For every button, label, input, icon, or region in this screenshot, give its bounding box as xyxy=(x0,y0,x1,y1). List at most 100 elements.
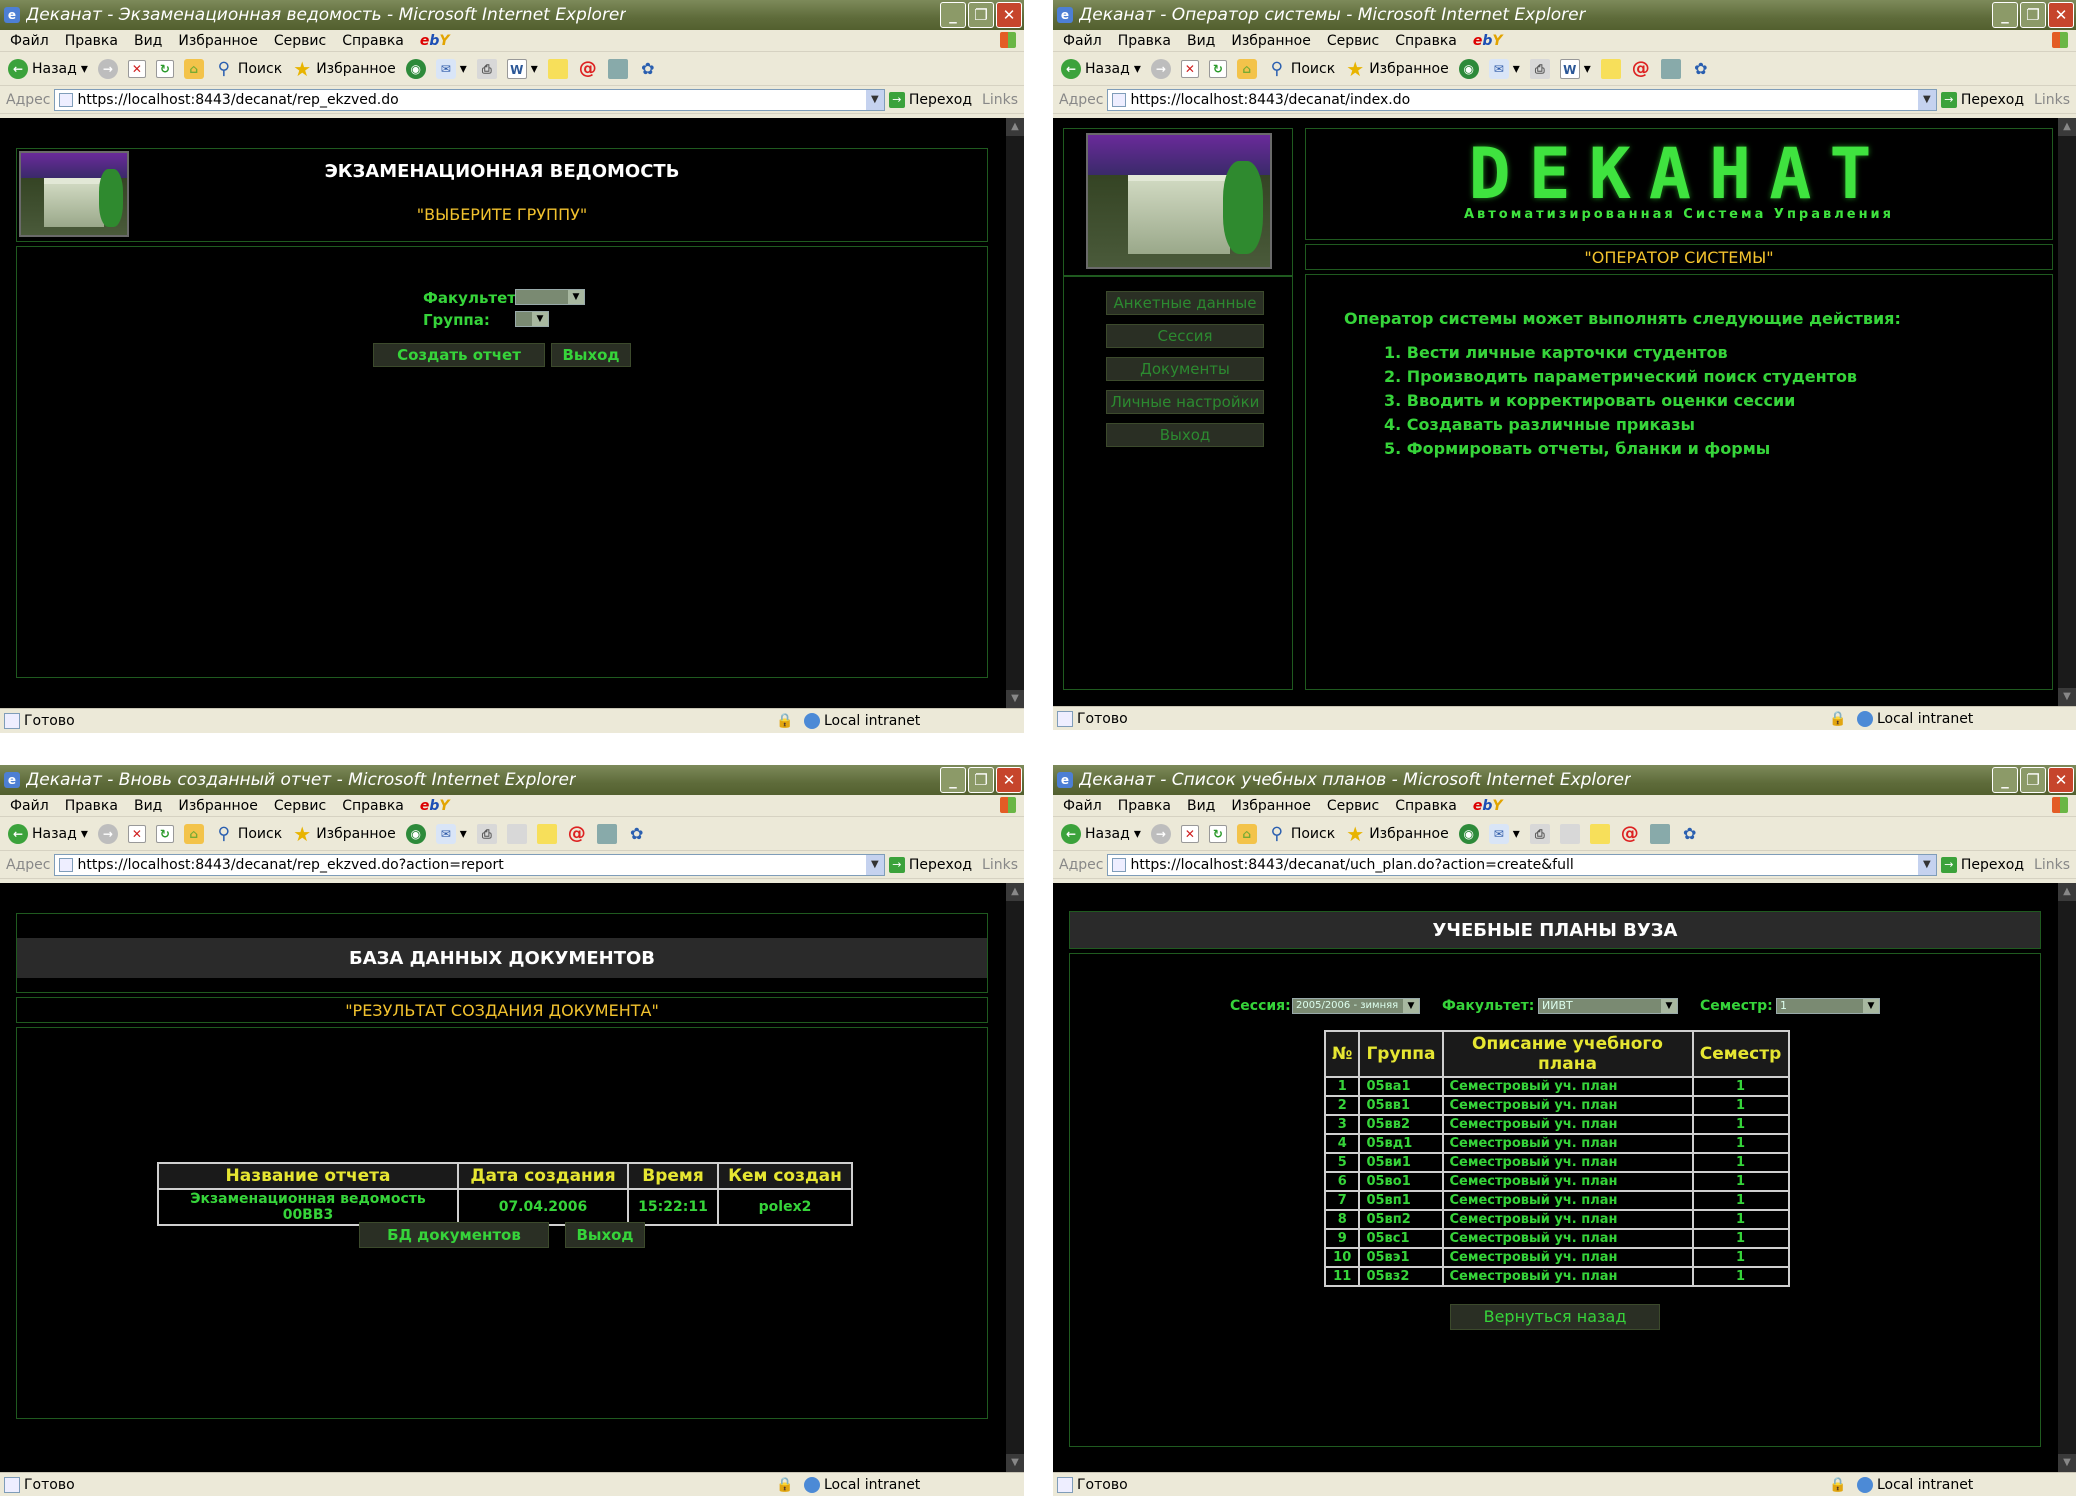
stop-button[interactable]: ✕ xyxy=(127,59,146,78)
favorites-button[interactable]: ★ Избранное xyxy=(1345,824,1448,844)
print-button[interactable]: ⎙ xyxy=(1529,823,1550,844)
group-select[interactable]: ▼ xyxy=(515,311,549,327)
ebay-icon[interactable]: ebY xyxy=(420,798,450,814)
plan-description-cell[interactable]: Семестровый уч. план xyxy=(1441,1171,1694,1192)
menu-edit[interactable]: Правка xyxy=(1118,798,1171,814)
ebay-icon[interactable]: ebY xyxy=(420,33,450,49)
plan-description-cell[interactable]: Семестровый уч. план xyxy=(1441,1076,1694,1097)
media-button[interactable]: ◉ xyxy=(1458,823,1479,844)
calendar-button[interactable] xyxy=(1649,823,1670,844)
table-row[interactable]: 3 05вв2 Семестровый уч. план 1 xyxy=(1323,1114,1790,1135)
report-name-cell[interactable]: Экзаменационная ведомость 00ВВ3 xyxy=(157,1188,459,1226)
favorites-button[interactable]: ★ Избранное xyxy=(292,59,395,79)
calendar-button[interactable] xyxy=(596,823,617,844)
vertical-scrollbar[interactable]: ▲ ▼ xyxy=(1006,118,1024,708)
stop-button[interactable]: ✕ xyxy=(127,824,146,843)
stop-button[interactable]: ✕ xyxy=(1180,824,1199,843)
menu-view[interactable]: Вид xyxy=(134,33,162,49)
back-button[interactable]: ← Назад ▾ xyxy=(1061,823,1141,844)
maximize-button[interactable]: ❐ xyxy=(2020,2,2046,28)
note-button[interactable] xyxy=(1600,58,1621,79)
refresh-button[interactable]: ↻ xyxy=(1208,824,1227,843)
menu-edit[interactable]: Правка xyxy=(1118,33,1171,49)
ebay-icon[interactable]: ebY xyxy=(1473,33,1503,49)
maximize-button[interactable]: ❐ xyxy=(2020,767,2046,793)
refresh-button[interactable]: ↻ xyxy=(1208,59,1227,78)
plan-description-cell[interactable]: Семестровый уч. план xyxy=(1441,1190,1694,1211)
scroll-down-icon[interactable]: ▼ xyxy=(2058,1454,2076,1472)
address-input[interactable]: https://localhost:8443/decanat/rep_ekzve… xyxy=(54,853,885,876)
minimize-button[interactable]: _ xyxy=(940,2,966,28)
plan-description-cell[interactable]: Семестровый уч. план xyxy=(1441,1228,1694,1249)
at-button[interactable]: @ xyxy=(1620,823,1640,844)
plan-description-cell[interactable]: Семестровый уч. план xyxy=(1441,1152,1694,1173)
edit-button[interactable] xyxy=(1559,823,1580,844)
menu-item-exit[interactable]: Выход xyxy=(1106,423,1264,447)
table-row[interactable]: 11 05вз2 Семестровый уч. план 1 xyxy=(1323,1266,1790,1287)
vertical-scrollbar[interactable]: ▲ ▼ xyxy=(2058,118,2076,706)
menu-tools[interactable]: Сервис xyxy=(274,33,326,49)
media-button[interactable]: ◉ xyxy=(405,823,426,844)
go-button[interactable]: → Переход xyxy=(888,856,972,873)
favorites-button[interactable]: ★ Избранное xyxy=(1345,59,1448,79)
media-button[interactable]: ◉ xyxy=(1458,58,1479,79)
links-button[interactable]: Links xyxy=(982,92,1018,108)
close-button[interactable]: ✕ xyxy=(996,767,1022,793)
table-row[interactable]: 2 05вв1 Семестровый уч. план 1 xyxy=(1323,1095,1790,1116)
menu-file[interactable]: Файл xyxy=(10,33,49,49)
minimize-button[interactable]: _ xyxy=(1992,767,2018,793)
messenger-button[interactable]: ✿ xyxy=(1680,824,1700,844)
at-button[interactable]: @ xyxy=(1631,58,1651,79)
plan-description-cell[interactable]: Семестровый уч. план xyxy=(1441,1266,1694,1287)
edit-button[interactable]: W ▾ xyxy=(506,58,538,79)
edit-button[interactable] xyxy=(506,823,527,844)
scroll-up-icon[interactable]: ▲ xyxy=(1006,118,1024,136)
vertical-scrollbar[interactable]: ▲ ▼ xyxy=(1006,883,1024,1472)
back-button[interactable]: ← Назад ▾ xyxy=(1061,58,1141,79)
table-row[interactable]: 6 05во1 Семестровый уч. план 1 xyxy=(1323,1171,1790,1192)
menu-file[interactable]: Файл xyxy=(10,798,49,814)
refresh-button[interactable]: ↻ xyxy=(155,824,174,843)
at-button[interactable]: @ xyxy=(578,58,598,79)
media-button[interactable]: ◉ xyxy=(405,58,426,79)
address-input[interactable]: https://localhost:8443/decanat/index.do … xyxy=(1107,88,1937,111)
note-button[interactable] xyxy=(1589,823,1610,844)
favorites-button[interactable]: ★ Избранное xyxy=(292,824,395,844)
menu-view[interactable]: Вид xyxy=(134,798,162,814)
menu-file[interactable]: Файл xyxy=(1063,33,1102,49)
messenger-button[interactable]: ✿ xyxy=(638,59,658,79)
go-button[interactable]: → Переход xyxy=(888,91,972,108)
print-button[interactable]: ⎙ xyxy=(476,823,497,844)
table-row[interactable]: 7 05вп1 Семестровый уч. план 1 xyxy=(1323,1190,1790,1211)
title-bar[interactable]: e Деканат - Список учебных планов - Micr… xyxy=(1053,765,2076,795)
close-button[interactable]: ✕ xyxy=(996,2,1022,28)
note-button[interactable] xyxy=(536,823,557,844)
address-dropdown-icon[interactable]: ▼ xyxy=(1917,854,1936,875)
home-button[interactable]: ⌂ xyxy=(1236,58,1257,79)
vertical-scrollbar[interactable]: ▲ ▼ xyxy=(2058,883,2076,1472)
menu-favorites[interactable]: Избранное xyxy=(178,33,258,49)
forward-button[interactable]: → xyxy=(97,58,118,79)
menu-item-profile[interactable]: Анкетные данные xyxy=(1106,291,1264,315)
title-bar[interactable]: e Деканат - Вновь созданный отчет - Micr… xyxy=(0,765,1024,795)
links-button[interactable]: Links xyxy=(982,857,1018,873)
menu-favorites[interactable]: Избранное xyxy=(178,798,258,814)
menu-item-documents[interactable]: Документы xyxy=(1106,357,1264,381)
faculty-select[interactable]: ▼ xyxy=(515,289,585,305)
scroll-up-icon[interactable]: ▲ xyxy=(2058,883,2076,901)
print-button[interactable]: ⎙ xyxy=(476,58,497,79)
menu-favorites[interactable]: Избранное xyxy=(1231,33,1311,49)
close-button[interactable]: ✕ xyxy=(2048,2,2074,28)
menu-tools[interactable]: Сервис xyxy=(274,798,326,814)
title-bar[interactable]: e Деканат - Оператор системы - Microsoft… xyxy=(1053,0,2076,30)
menu-file[interactable]: Файл xyxy=(1063,798,1102,814)
menu-view[interactable]: Вид xyxy=(1187,798,1215,814)
documents-db-button[interactable]: БД документов xyxy=(359,1222,549,1248)
address-input[interactable]: https://localhost:8443/decanat/uch_plan.… xyxy=(1107,853,1937,876)
plan-description-cell[interactable]: Семестровый уч. план xyxy=(1441,1209,1694,1230)
forward-button[interactable]: → xyxy=(1150,823,1171,844)
minimize-button[interactable]: _ xyxy=(1992,2,2018,28)
exit-button[interactable]: Выход xyxy=(565,1222,645,1248)
create-report-button[interactable]: Создать отчет xyxy=(373,343,545,367)
back-button[interactable]: Вернуться назад xyxy=(1450,1304,1660,1330)
